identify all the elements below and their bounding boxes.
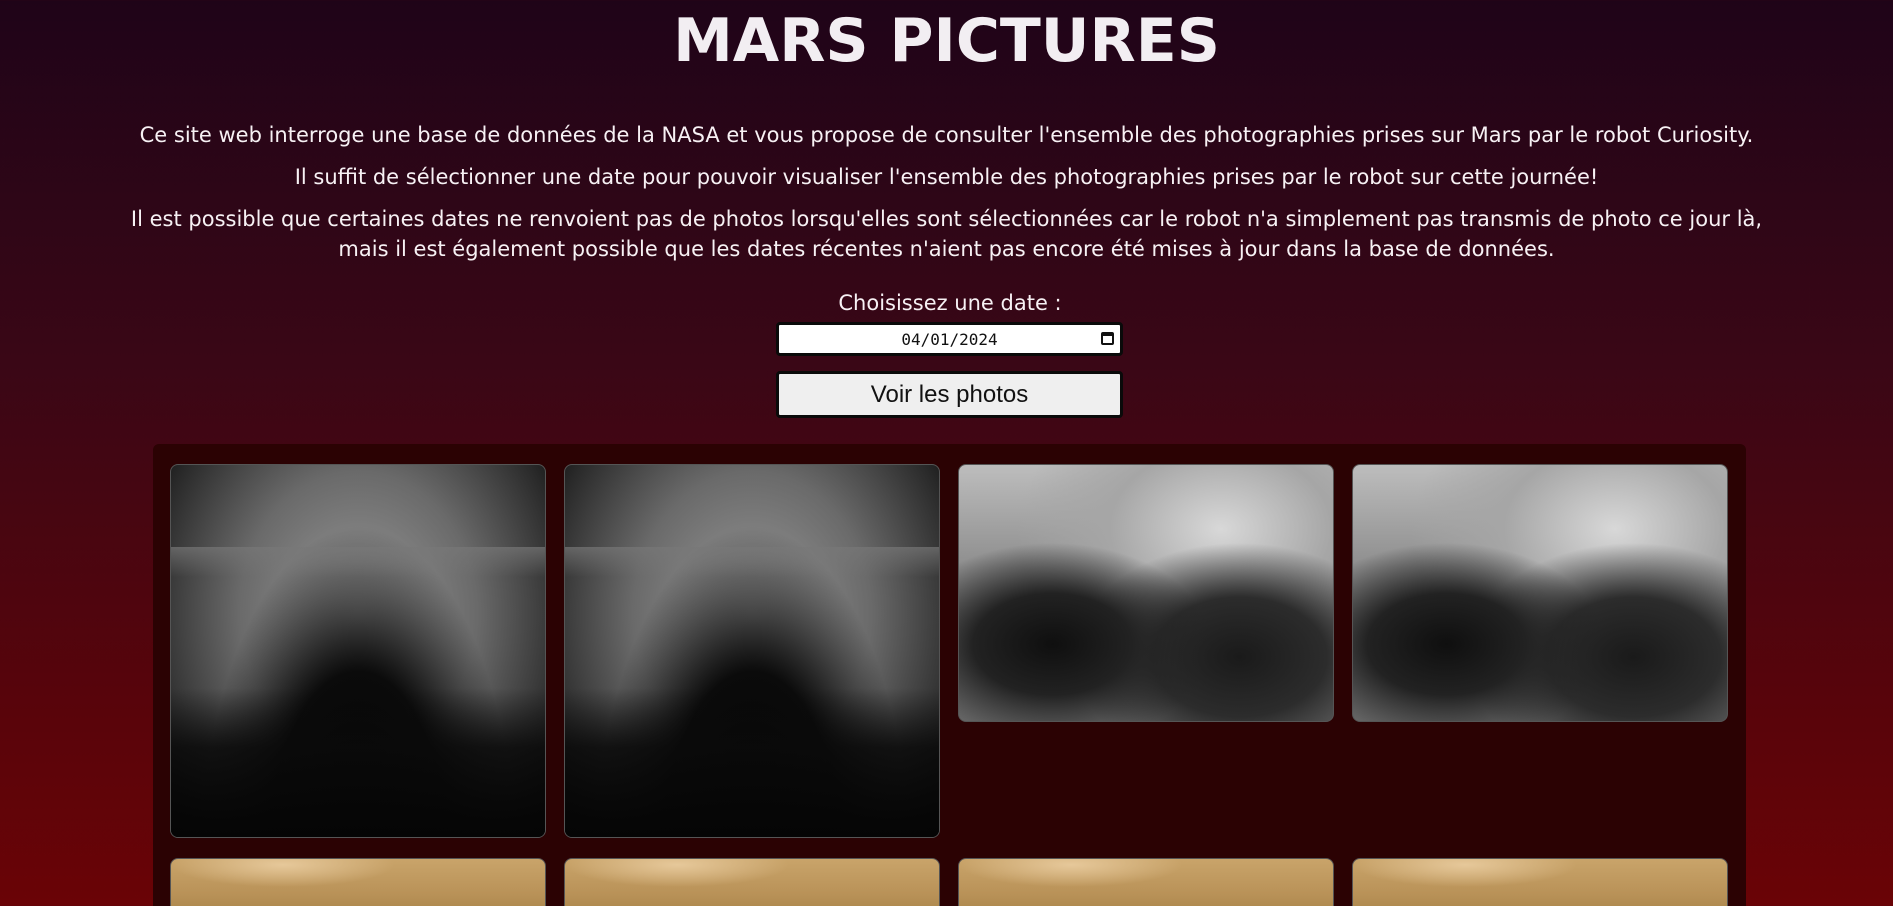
mars-photo[interactable] xyxy=(1352,858,1728,906)
mars-photo[interactable] xyxy=(564,464,940,838)
date-label: Choisissez une date : xyxy=(838,291,1062,315)
view-photos-button[interactable]: Voir les photos xyxy=(776,371,1123,418)
photo-gallery xyxy=(153,444,1746,906)
mars-photo[interactable] xyxy=(958,464,1334,722)
intro-paragraph: Il suffit de sélectionner une date pour … xyxy=(294,165,1599,189)
mars-photo[interactable] xyxy=(564,858,940,906)
intro-paragraph: Il est possible que certaines dates ne r… xyxy=(130,207,1763,261)
mars-photo[interactable] xyxy=(1352,464,1728,722)
calendar-icon[interactable] xyxy=(1101,332,1114,345)
mars-photo[interactable] xyxy=(958,858,1334,906)
date-value: 04/01/2024 xyxy=(901,330,998,349)
mars-photo[interactable] xyxy=(170,464,546,838)
date-input[interactable]: 04/01/2024 xyxy=(776,322,1123,356)
intro-paragraph: Ce site web interroge une base de donnée… xyxy=(139,123,1754,147)
intro-text: Ce site web interroge une base de donnée… xyxy=(110,120,1783,276)
mars-photo[interactable] xyxy=(170,858,546,906)
page-title: MARS PICTURES xyxy=(673,6,1220,76)
